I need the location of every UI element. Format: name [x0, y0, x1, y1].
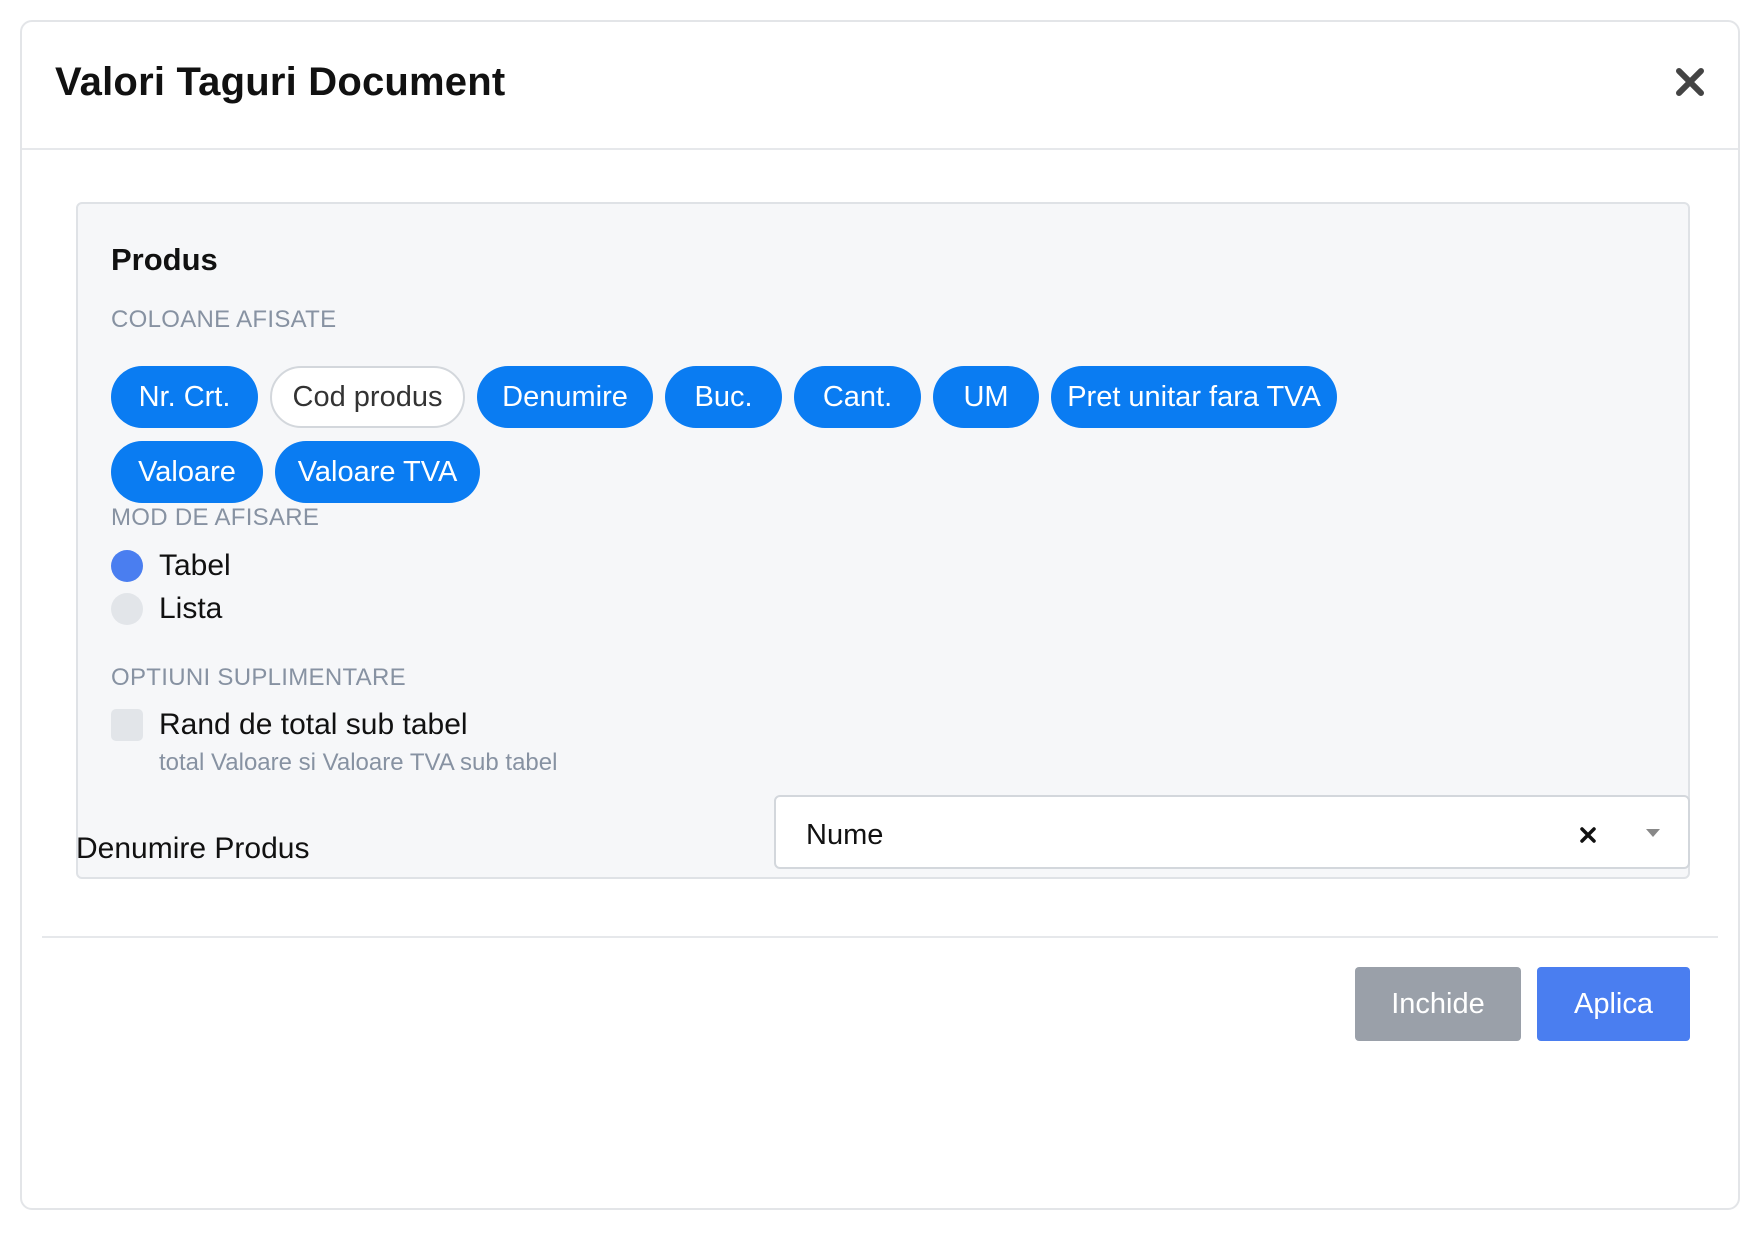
radio-button[interactable] — [111, 593, 143, 625]
column-chip[interactable]: Pret unitar fara TVA — [1051, 366, 1337, 428]
product-settings-panel: Produs COLOANE AFISATE Nr. Crt. Cod prod… — [76, 202, 1690, 879]
clear-icon[interactable] — [1578, 825, 1598, 845]
column-chip[interactable]: UM — [933, 366, 1039, 428]
column-chip[interactable]: Denumire — [477, 366, 653, 428]
column-chip[interactable]: Buc. — [665, 366, 782, 428]
dialog-header: Valori Taguri Document — [22, 22, 1738, 150]
total-row-checkbox[interactable] — [111, 709, 143, 741]
radio-label: Lista — [159, 592, 223, 625]
total-row-option[interactable]: Rand de total sub tabel — [111, 708, 468, 742]
product-name-label: Denumire Produs — [76, 832, 310, 865]
radio-option-lista[interactable]: Lista — [111, 592, 222, 626]
columns-section-label: COLOANE AFISATE — [111, 306, 337, 333]
close-button[interactable]: Inchide — [1355, 967, 1521, 1041]
checkbox-label: Rand de total sub tabel — [159, 708, 468, 741]
column-chip[interactable]: Valoare TVA — [275, 441, 480, 503]
apply-button[interactable]: Aplica — [1537, 967, 1690, 1041]
panel-title: Produs — [111, 242, 218, 277]
chevron-down-icon[interactable] — [1644, 827, 1662, 839]
radio-label: Tabel — [159, 549, 231, 582]
column-chip[interactable]: Nr. Crt. — [111, 366, 258, 428]
close-icon[interactable] — [1670, 62, 1710, 102]
checkbox-hint: total Valoare si Valoare TVA sub tabel — [159, 749, 558, 776]
column-chip[interactable]: Valoare — [111, 441, 263, 503]
display-mode-section-label: MOD DE AFISARE — [111, 504, 320, 531]
radio-button[interactable] — [111, 550, 143, 582]
column-chip[interactable]: Cod produs — [270, 366, 465, 428]
tag-values-dialog: Valori Taguri Document Produs COLOANE AF… — [20, 20, 1740, 1210]
select-value: Nume — [806, 819, 884, 851]
column-chip[interactable]: Cant. — [794, 366, 921, 428]
radio-option-tabel[interactable]: Tabel — [111, 549, 231, 583]
product-name-select[interactable]: Nume — [774, 795, 1690, 869]
footer-divider — [42, 936, 1718, 938]
extra-options-section-label: OPTIUNI SUPLIMENTARE — [111, 664, 406, 691]
dialog-title: Valori Taguri Document — [55, 60, 506, 104]
